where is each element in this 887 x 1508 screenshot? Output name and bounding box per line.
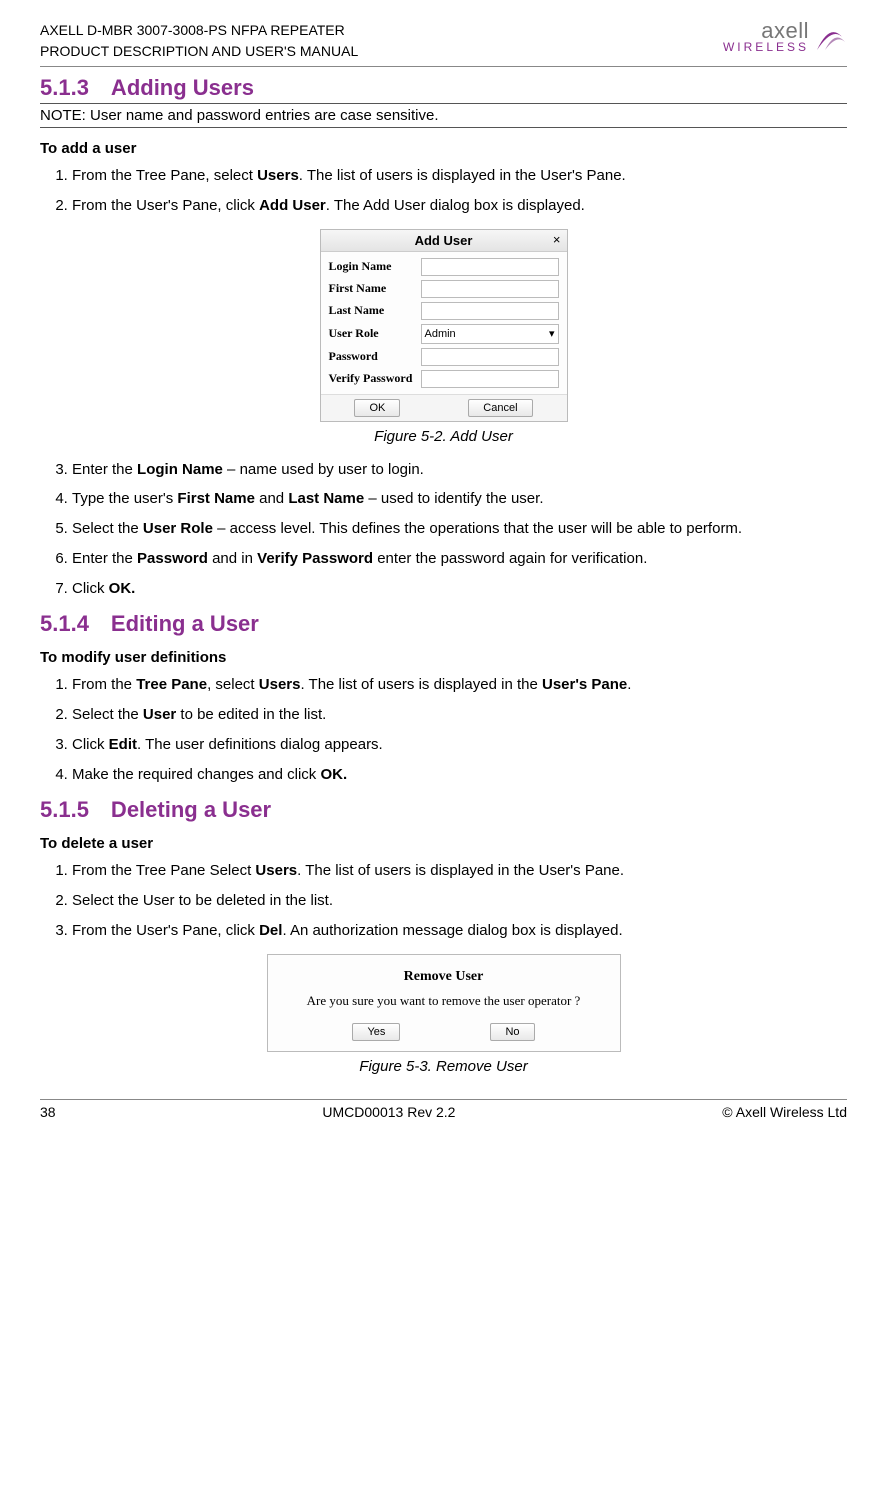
header-line2: PRODUCT DESCRIPTION AND USER'S MANUAL [40, 41, 358, 62]
heading-editing-user: 5.1.4 Editing a User [40, 611, 847, 637]
figure-caption-add-user: Figure 5-2. Add User [40, 428, 847, 445]
label-password: Password [329, 349, 421, 364]
step-item: From the User's Pane, click Del. An auth… [72, 920, 847, 942]
step-item: From the Tree Pane, select Users. The li… [72, 674, 847, 696]
step-item: From the Tree Pane Select Users. The lis… [72, 860, 847, 882]
doc-revision: UMCD00013 Rev 2.2 [322, 1104, 455, 1120]
label-last-name: Last Name [329, 303, 421, 318]
step-item: Enter the Password and in Verify Passwor… [72, 548, 847, 570]
label-user-role: User Role [329, 326, 421, 341]
input-login-name[interactable] [421, 258, 559, 276]
step-item: Select the User Role – access level. Thi… [72, 518, 847, 540]
logo: axell WIRELESS [723, 20, 847, 54]
step-item: Type the user's First Name and Last Name… [72, 488, 847, 510]
subhead-to-add-user: To add a user [40, 140, 847, 157]
steps-edit-user: From the Tree Pane, select Users. The li… [40, 674, 847, 785]
label-login-name: Login Name [329, 259, 421, 274]
step-item: Click OK. [72, 578, 847, 600]
heading-adding-users: 5.1.3 Adding Users [40, 75, 847, 101]
cancel-button[interactable]: Cancel [468, 399, 532, 417]
select-user-role[interactable]: Admin ▾ [421, 324, 559, 344]
input-first-name[interactable] [421, 280, 559, 298]
note-case-sensitive: NOTE: User name and password entries are… [40, 103, 847, 128]
steps-add-user-part1: From the Tree Pane, select Users. The li… [40, 165, 847, 217]
input-last-name[interactable] [421, 302, 559, 320]
select-value: Admin [425, 328, 456, 340]
header-line1: AXELL D-MBR 3007-3008-PS NFPA REPEATER [40, 20, 358, 41]
chevron-down-icon: ▾ [549, 327, 555, 340]
input-password[interactable] [421, 348, 559, 366]
page-number: 38 [40, 1104, 56, 1120]
step-item: Click Edit. The user definitions dialog … [72, 734, 847, 756]
no-button[interactable]: No [490, 1023, 534, 1041]
page-footer: 38 UMCD00013 Rev 2.2 © Axell Wireless Lt… [40, 1099, 847, 1120]
step-item: From the Tree Pane, select Users. The li… [72, 165, 847, 187]
copyright: © Axell Wireless Ltd [722, 1104, 847, 1120]
step-item: From the User's Pane, click Add User. Th… [72, 195, 847, 217]
subhead-delete-user: To delete a user [40, 835, 847, 852]
yes-button[interactable]: Yes [352, 1023, 400, 1041]
dialog-title-text: Add User [415, 233, 473, 248]
step-item: Select the User to be edited in the list… [72, 704, 847, 726]
steps-add-user-part2: Enter the Login Name – name used by user… [40, 459, 847, 600]
header-title-block: AXELL D-MBR 3007-3008-PS NFPA REPEATER P… [40, 20, 358, 62]
steps-delete-user: From the Tree Pane Select Users. The lis… [40, 860, 847, 941]
figure-caption-remove-user: Figure 5-3. Remove User [40, 1058, 847, 1075]
dialog-titlebar: Add User × [321, 230, 567, 252]
heading-deleting-user: 5.1.5 Deleting a User [40, 797, 847, 823]
remove-dialog-message: Are you sure you want to remove the user… [280, 993, 608, 1009]
logo-text-bottom: WIRELESS [723, 42, 809, 53]
add-user-dialog: Add User × Login Name First Name Last Na… [320, 229, 568, 422]
input-verify-password[interactable] [421, 370, 559, 388]
step-item: Select the User to be deleted in the lis… [72, 890, 847, 912]
close-icon[interactable]: × [553, 232, 561, 247]
step-item: Make the required changes and click OK. [72, 764, 847, 786]
page-header: AXELL D-MBR 3007-3008-PS NFPA REPEATER P… [40, 20, 847, 67]
subhead-modify-user: To modify user definitions [40, 649, 847, 666]
remove-dialog-title: Remove User [280, 969, 608, 985]
label-first-name: First Name [329, 281, 421, 296]
ok-button[interactable]: OK [354, 399, 400, 417]
label-verify-password: Verify Password [329, 371, 421, 386]
step-item: Enter the Login Name – name used by user… [72, 459, 847, 481]
axell-swoosh-icon [813, 20, 847, 54]
logo-text-top: axell [723, 21, 809, 42]
remove-user-dialog: Remove User Are you sure you want to rem… [267, 954, 621, 1052]
